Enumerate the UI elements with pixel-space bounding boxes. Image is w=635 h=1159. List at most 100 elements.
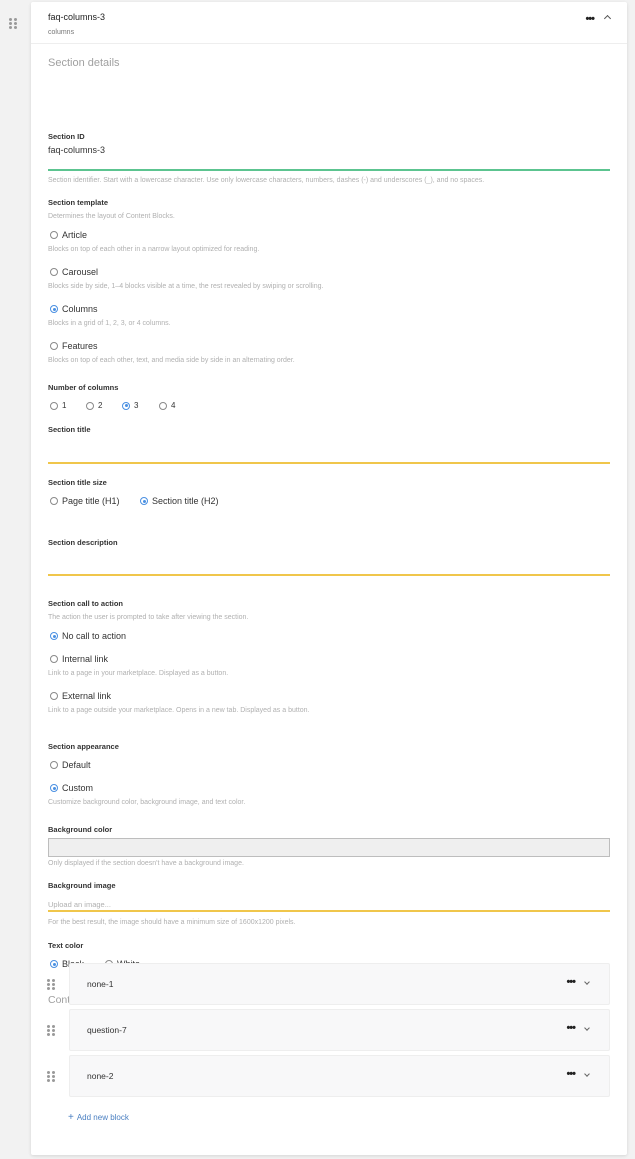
section-title-input[interactable]	[48, 439, 610, 463]
radio-label: 1	[62, 401, 67, 410]
radio-circle-icon	[50, 401, 58, 410]
section-description-label: Section description	[48, 538, 118, 547]
template-article-help: Blocks on top of each other in a narrow …	[48, 246, 260, 253]
section-description-input[interactable]	[48, 552, 610, 576]
appearance-radio-custom[interactable]: Custom	[50, 783, 93, 793]
radio-label: External link	[62, 691, 112, 701]
columns-radio-2[interactable]: 2	[86, 401, 102, 410]
background-color-label: Background color	[48, 825, 113, 834]
radio-checked-icon	[140, 497, 148, 505]
more-options-icon[interactable]: •••	[566, 976, 576, 988]
template-radio-article[interactable]: Article	[50, 230, 87, 240]
radio-label: Default	[62, 760, 91, 770]
radio-circle-icon	[50, 268, 58, 276]
radio-label: 3	[134, 401, 139, 410]
radio-circle-icon	[159, 401, 167, 410]
radio-label: Article	[62, 230, 88, 240]
radio-checked-icon	[50, 305, 58, 313]
radio-circle-icon	[86, 401, 94, 410]
template-carousel-help: Blocks side by side, 1–4 blocks visible …	[48, 283, 324, 290]
background-color-help: Only displayed if the section doesn't ha…	[48, 860, 244, 867]
cta-external-help: Link to a page outside your marketplace.…	[48, 707, 310, 714]
panel-subtitle: columns	[48, 29, 75, 36]
chevron-down-icon[interactable]	[584, 979, 590, 985]
radio-label: Section title (H2)	[152, 496, 219, 506]
radio-circle-icon	[50, 231, 58, 239]
more-options-icon[interactable]: •••	[566, 1022, 576, 1034]
block-name: question-7	[87, 1025, 127, 1035]
section-template-help: Determines the layout of Content Blocks.	[48, 213, 175, 220]
template-features-help: Blocks on top of each other, text, and m…	[48, 357, 295, 364]
cta-radio-external[interactable]: External link	[50, 691, 111, 701]
background-image-help: For the best result, the image should ha…	[48, 919, 296, 926]
section-id-underline	[48, 169, 610, 171]
chevron-down-icon[interactable]	[584, 1071, 590, 1077]
template-radio-carousel[interactable]: Carousel	[50, 267, 98, 277]
radio-checked-icon	[122, 401, 130, 410]
block-drag-handle-icon[interactable]	[47, 979, 55, 990]
cta-radio-none[interactable]: No call to action	[50, 631, 126, 641]
radio-label: 4	[171, 401, 176, 410]
radio-circle-icon	[50, 761, 58, 769]
section-description-underline	[48, 574, 610, 576]
background-image-placeholder[interactable]: Upload an image...	[48, 900, 111, 909]
radio-checked-icon	[50, 960, 58, 968]
template-columns-help: Blocks in a grid of 1, 2, 3, or 4 column…	[48, 320, 171, 327]
radio-checked-icon	[50, 784, 58, 792]
radio-label: Page title (H1)	[62, 496, 120, 506]
add-new-block-label: Add new block	[76, 1113, 129, 1122]
section-id-help: Section identifier. Start with a lowerca…	[48, 177, 485, 184]
radio-label: Columns	[62, 304, 98, 314]
section-form: Section details Section ID faq-columns-3…	[31, 57, 627, 1006]
section-id-input[interactable]: faq-columns-3	[48, 145, 610, 172]
more-options-icon[interactable]: •••	[585, 13, 595, 25]
background-color-input[interactable]	[48, 838, 610, 857]
title-size-label: Section title size	[48, 478, 107, 487]
radio-circle-icon	[50, 342, 58, 350]
section-template-label: Section template	[48, 198, 109, 207]
columns-radio-1[interactable]: 1	[50, 401, 66, 410]
section-id-value: faq-columns-3	[48, 145, 106, 155]
radio-label: 2	[98, 401, 103, 410]
section-title-label: Section title	[48, 425, 91, 434]
columns-radio-4[interactable]: 4	[159, 401, 175, 410]
panel-header[interactable]: faq-columns-3 columns •••	[31, 2, 627, 44]
appearance-label: Section appearance	[48, 742, 119, 751]
block-drag-handle-icon[interactable]	[47, 1025, 55, 1036]
block-name: none-2	[87, 1071, 114, 1081]
radio-circle-icon	[50, 655, 58, 663]
section-details-heading: Section details	[48, 57, 120, 69]
radio-label: No call to action	[62, 631, 127, 641]
appearance-custom-help: Customize background color, background i…	[48, 799, 246, 806]
content-block-item[interactable]: none-1 •••	[69, 963, 610, 1005]
cta-label: Section call to action	[48, 599, 124, 608]
template-radio-columns[interactable]: Columns	[50, 304, 98, 314]
title-size-radio-h1[interactable]: Page title (H1)	[50, 496, 120, 506]
section-drag-handle-icon[interactable]	[9, 18, 17, 29]
radio-checked-icon	[50, 632, 58, 640]
section-id-label: Section ID	[48, 132, 85, 141]
columns-radio-3[interactable]: 3	[122, 401, 138, 410]
content-block-item[interactable]: none-2 •••	[69, 1055, 610, 1097]
content-block-item[interactable]: question-7 •••	[69, 1009, 610, 1051]
add-new-block-button[interactable]: + Add new block	[68, 1112, 129, 1123]
title-size-radio-h2[interactable]: Section title (H2)	[140, 496, 219, 506]
more-options-icon[interactable]: •••	[566, 1068, 576, 1080]
radio-label: Custom	[62, 783, 94, 793]
radio-label: Features	[62, 341, 98, 351]
cta-radio-internal[interactable]: Internal link	[50, 654, 108, 664]
radio-circle-icon	[50, 497, 58, 505]
background-image-label: Background image	[48, 881, 116, 890]
background-image-underline	[48, 910, 610, 912]
num-columns-label: Number of columns	[48, 383, 119, 392]
text-color-label: Text color	[48, 941, 84, 950]
plus-icon: +	[68, 1112, 74, 1123]
cta-help: The action the user is prompted to take …	[48, 614, 249, 621]
chevron-down-icon[interactable]	[584, 1025, 590, 1031]
block-drag-handle-icon[interactable]	[47, 1071, 55, 1082]
section-panel: faq-columns-3 columns ••• Section detail…	[31, 2, 627, 1155]
cta-internal-help: Link to a page in your marketplace. Disp…	[48, 670, 229, 677]
panel-title: faq-columns-3	[48, 12, 106, 22]
template-radio-features[interactable]: Features	[50, 341, 98, 351]
appearance-radio-default[interactable]: Default	[50, 760, 91, 770]
